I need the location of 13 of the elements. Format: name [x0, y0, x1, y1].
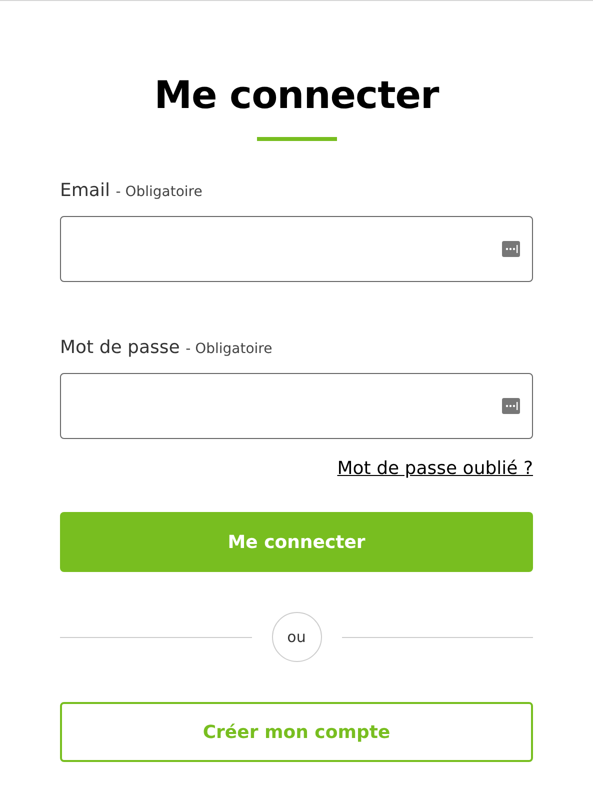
input-field[interactable]	[60, 216, 533, 282]
field-label: Mot de passe	[60, 337, 180, 358]
password-manager-icon[interactable]	[502, 241, 520, 257]
required-note: - Obligatoire	[186, 341, 272, 357]
password-manager-icon[interactable]	[502, 398, 520, 414]
page-title: Me connecter	[153, 72, 440, 119]
login-button[interactable]: Me connecter	[60, 512, 533, 572]
forgot-password-link[interactable]: Mot de passe oublié ?	[337, 455, 533, 482]
input-field[interactable]	[60, 373, 533, 439]
create-account-button[interactable]: Créer mon compte	[60, 702, 533, 762]
required-note: - Obligatoire	[116, 184, 202, 200]
separator-label: ou	[272, 612, 322, 662]
field-label: Email	[60, 180, 110, 201]
